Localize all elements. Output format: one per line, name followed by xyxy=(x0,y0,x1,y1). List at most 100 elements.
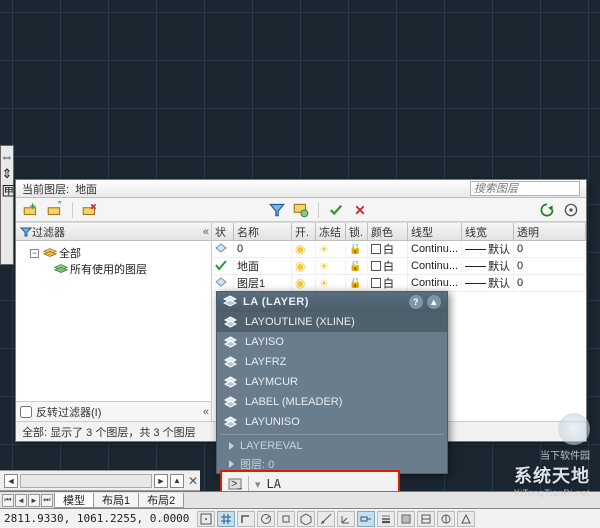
settings-button[interactable] xyxy=(562,201,580,219)
tab-nav-next[interactable]: ► xyxy=(28,494,40,507)
col-transparency[interactable]: 透明 xyxy=(514,223,586,240)
ducs-button[interactable] xyxy=(337,511,355,527)
cmd-icon xyxy=(223,315,237,329)
scroll-track[interactable] xyxy=(20,474,152,488)
scroll-right-button[interactable]: ► xyxy=(154,474,168,488)
tree-collapse-icon[interactable]: − xyxy=(30,249,39,258)
command-autocomplete-popup: LA (LAYER) ? ▲ LAYOUTLINE (XLINE)LAYISOL… xyxy=(216,291,448,474)
close-cmdline-button[interactable]: ✕ xyxy=(186,474,200,488)
tab-layout1[interactable]: 布局1 xyxy=(93,493,139,508)
grid-button[interactable] xyxy=(217,511,235,527)
sun-icon[interactable]: ☀ xyxy=(319,260,329,273)
polar-button[interactable] xyxy=(257,511,275,527)
linetype-cell[interactable]: Continu... xyxy=(408,260,462,272)
ortho-button[interactable] xyxy=(237,511,255,527)
col-on[interactable]: 开. xyxy=(292,223,316,240)
new-filter-button[interactable] xyxy=(268,201,286,219)
filter-header[interactable]: 过滤器 « xyxy=(16,223,211,241)
lineweight-cell[interactable]: 默认 xyxy=(462,275,514,291)
qp-button[interactable] xyxy=(417,511,435,527)
delete-layer-button[interactable] xyxy=(81,201,99,219)
autocomplete-item[interactable]: LAYMCUR xyxy=(217,372,447,392)
lock-open-icon[interactable]: 🔓 xyxy=(349,244,361,255)
linetype-cell[interactable]: Continu... xyxy=(408,277,462,289)
transparency-cell[interactable]: 0 xyxy=(514,243,586,255)
layer-states-button[interactable] xyxy=(292,201,310,219)
layer-geom-icon xyxy=(215,243,227,256)
collapse-filter-button[interactable]: « xyxy=(203,226,207,238)
otrack-button[interactable] xyxy=(317,511,335,527)
dyn-button[interactable] xyxy=(357,511,375,527)
tree-node-used[interactable]: 所有使用的图层 xyxy=(18,261,209,277)
lwt-button[interactable] xyxy=(377,511,395,527)
collapse-h-icon[interactable]: ⇔ xyxy=(1,150,14,163)
tab-nav-prev[interactable]: ◄ xyxy=(15,494,27,507)
layer-row[interactable]: 地面◉☀🔓白Continu... 默认0 xyxy=(212,258,586,275)
transparency-cell[interactable]: 0 xyxy=(514,277,586,289)
col-linetype[interactable]: 线型 xyxy=(408,223,462,240)
lineweight-cell[interactable]: 默认 xyxy=(462,241,514,257)
lineweight-cell[interactable]: 默认 xyxy=(462,258,514,274)
sun-icon[interactable]: ☀ xyxy=(319,277,329,290)
col-freeze[interactable]: 冻结 xyxy=(316,223,346,240)
scroll-left-button[interactable]: ◄ xyxy=(4,474,18,488)
collapse-v-icon[interactable]: ⇕ xyxy=(2,167,13,180)
layer-row[interactable]: 图层1◉☀🔓白Continu... 默认0 xyxy=(212,275,586,292)
lightbulb-icon[interactable]: ◉ xyxy=(295,259,305,273)
tab-nav-last[interactable]: ⏭ xyxy=(41,494,53,507)
set-current-button[interactable] xyxy=(327,201,345,219)
delete-button[interactable] xyxy=(351,201,369,219)
autocomplete-item[interactable]: LAYFRZ xyxy=(217,352,447,372)
command-text: LA xyxy=(267,477,281,491)
cmd-icon xyxy=(223,335,237,349)
collapse-reverse-button[interactable]: « xyxy=(203,406,207,418)
layer-name-cell[interactable]: 地面 xyxy=(234,258,292,274)
help-button[interactable]: ? xyxy=(409,295,423,309)
col-color[interactable]: 颜色 xyxy=(368,223,408,240)
panel-title-bar[interactable]: 当前图层: 地面 xyxy=(16,180,586,198)
lightbulb-icon[interactable]: ◉ xyxy=(295,276,305,290)
autocomplete-item[interactable]: LAYISO xyxy=(217,332,447,352)
watermark: 当下软件园 系统天地 XiTongTianDi.net xyxy=(514,413,590,498)
color-swatch[interactable] xyxy=(371,278,381,288)
col-name[interactable]: 名称 xyxy=(234,223,292,240)
search-layer-input[interactable] xyxy=(470,181,580,196)
sc-button[interactable] xyxy=(437,511,455,527)
tab-model[interactable]: 模型 xyxy=(54,493,94,508)
autocomplete-sysvar[interactable]: LAYEREVAL xyxy=(217,437,447,455)
tab-nav-first[interactable]: ⏮ xyxy=(2,494,14,507)
lock-open-icon[interactable]: 🔓 xyxy=(349,278,361,289)
color-swatch[interactable] xyxy=(371,244,381,254)
col-lock[interactable]: 锁. xyxy=(346,223,368,240)
cmd-icon xyxy=(223,395,237,409)
snap-button[interactable] xyxy=(197,511,215,527)
collapse-button[interactable]: ▲ xyxy=(427,295,441,309)
new-layer-button[interactable] xyxy=(22,201,40,219)
col-lineweight[interactable]: 线宽 xyxy=(462,223,514,240)
refresh-button[interactable] xyxy=(538,201,556,219)
am-button[interactable] xyxy=(457,511,475,527)
new-layer-freeze-button[interactable]: * xyxy=(46,201,64,219)
tpy-button[interactable] xyxy=(397,511,415,527)
linetype-cell[interactable]: Continu... xyxy=(408,243,462,255)
triangle-right-icon xyxy=(229,460,234,468)
transparency-cell[interactable]: 0 xyxy=(514,260,586,272)
lock-open-icon[interactable]: 🔓 xyxy=(349,261,361,272)
layer-name-cell[interactable]: 0 xyxy=(234,243,292,255)
layer-row[interactable]: 0◉☀🔓白Continu... 默认0 xyxy=(212,241,586,258)
3dosnap-button[interactable] xyxy=(297,511,315,527)
filter-tree[interactable]: − 全部 所有使用的图层 xyxy=(16,241,211,401)
autocomplete-item[interactable]: LABEL (MLEADER) xyxy=(217,392,447,412)
sun-icon[interactable]: ☀ xyxy=(319,243,329,256)
lightbulb-icon[interactable]: ◉ xyxy=(295,242,305,256)
reverse-filter-checkbox[interactable] xyxy=(20,406,32,418)
color-swatch[interactable] xyxy=(371,261,381,271)
autocomplete-item[interactable]: LAYUNISO xyxy=(217,412,447,432)
autocomplete-item[interactable]: LAYOUTLINE (XLINE) xyxy=(217,312,447,332)
col-status[interactable]: 状 xyxy=(212,223,234,240)
history-up-button[interactable]: ▲ xyxy=(170,474,184,488)
tab-layout2[interactable]: 布局2 xyxy=(138,493,184,508)
layer-name-cell[interactable]: 图层1 xyxy=(234,275,292,291)
osnap-button[interactable] xyxy=(277,511,295,527)
tree-node-all[interactable]: − 全部 xyxy=(18,245,209,261)
